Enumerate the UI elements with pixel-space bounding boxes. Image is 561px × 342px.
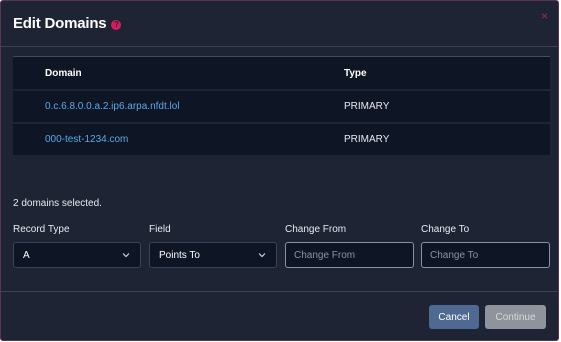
- record-type-field: Record Type: [13, 224, 70, 238]
- record-type-label: Record Type: [13, 224, 70, 235]
- edit-domains-modal: Edit Domains ? × Domain Type 0.c.6.8.0.0…: [0, 0, 559, 341]
- change-from-input[interactable]: [286, 243, 413, 267]
- record-type-value: A: [23, 249, 30, 261]
- help-icon[interactable]: ?: [111, 19, 122, 30]
- modal-title: Edit Domains: [13, 15, 107, 32]
- field-value: Points To: [159, 249, 200, 261]
- domain-type: PRIMARY: [344, 101, 390, 112]
- domain-link[interactable]: 0.c.6.8.0.0.a.2.ip6.arpa.nfdt.lol: [13, 101, 344, 112]
- modal-title-group: Edit Domains ?: [13, 15, 122, 32]
- selection-count: 2 domains selected.: [13, 198, 102, 209]
- domain-type: PRIMARY: [344, 134, 390, 145]
- change-from-input-wrapper: [285, 242, 414, 268]
- domain-link[interactable]: 000-test-1234.com: [13, 134, 344, 145]
- column-header-type[interactable]: Type: [344, 68, 550, 79]
- field-field: Field: [149, 224, 171, 238]
- domains-table: Domain Type 0.c.6.8.0.0.a.2.ip6.arpa.nfd…: [13, 56, 550, 155]
- column-header-domain[interactable]: Domain: [13, 68, 344, 79]
- chevron-down-icon: [122, 253, 130, 258]
- modal-header: Edit Domains ? ×: [1, 1, 558, 47]
- change-to-input-wrapper: [421, 242, 550, 268]
- change-from-label: Change From: [285, 224, 347, 235]
- chevron-down-icon: [258, 253, 266, 258]
- change-from-field: Change From: [285, 224, 346, 238]
- continue-button[interactable]: Continue: [485, 305, 546, 329]
- cancel-button[interactable]: Cancel: [429, 305, 479, 329]
- table-row[interactable]: 000-test-1234.com PRIMARY: [13, 124, 550, 155]
- change-to-field: Change To: [421, 224, 469, 238]
- change-to-label: Change To: [421, 224, 470, 235]
- field-label: Field: [149, 224, 171, 235]
- record-type-select[interactable]: A: [13, 242, 141, 268]
- close-icon[interactable]: ×: [541, 10, 548, 22]
- modal-footer: Cancel Continue: [1, 291, 558, 340]
- table-row[interactable]: 0.c.6.8.0.0.a.2.ip6.arpa.nfdt.lol PRIMAR…: [13, 91, 550, 122]
- change-to-input[interactable]: [422, 243, 549, 267]
- table-header: Domain Type: [13, 57, 550, 89]
- field-select[interactable]: Points To: [149, 242, 277, 268]
